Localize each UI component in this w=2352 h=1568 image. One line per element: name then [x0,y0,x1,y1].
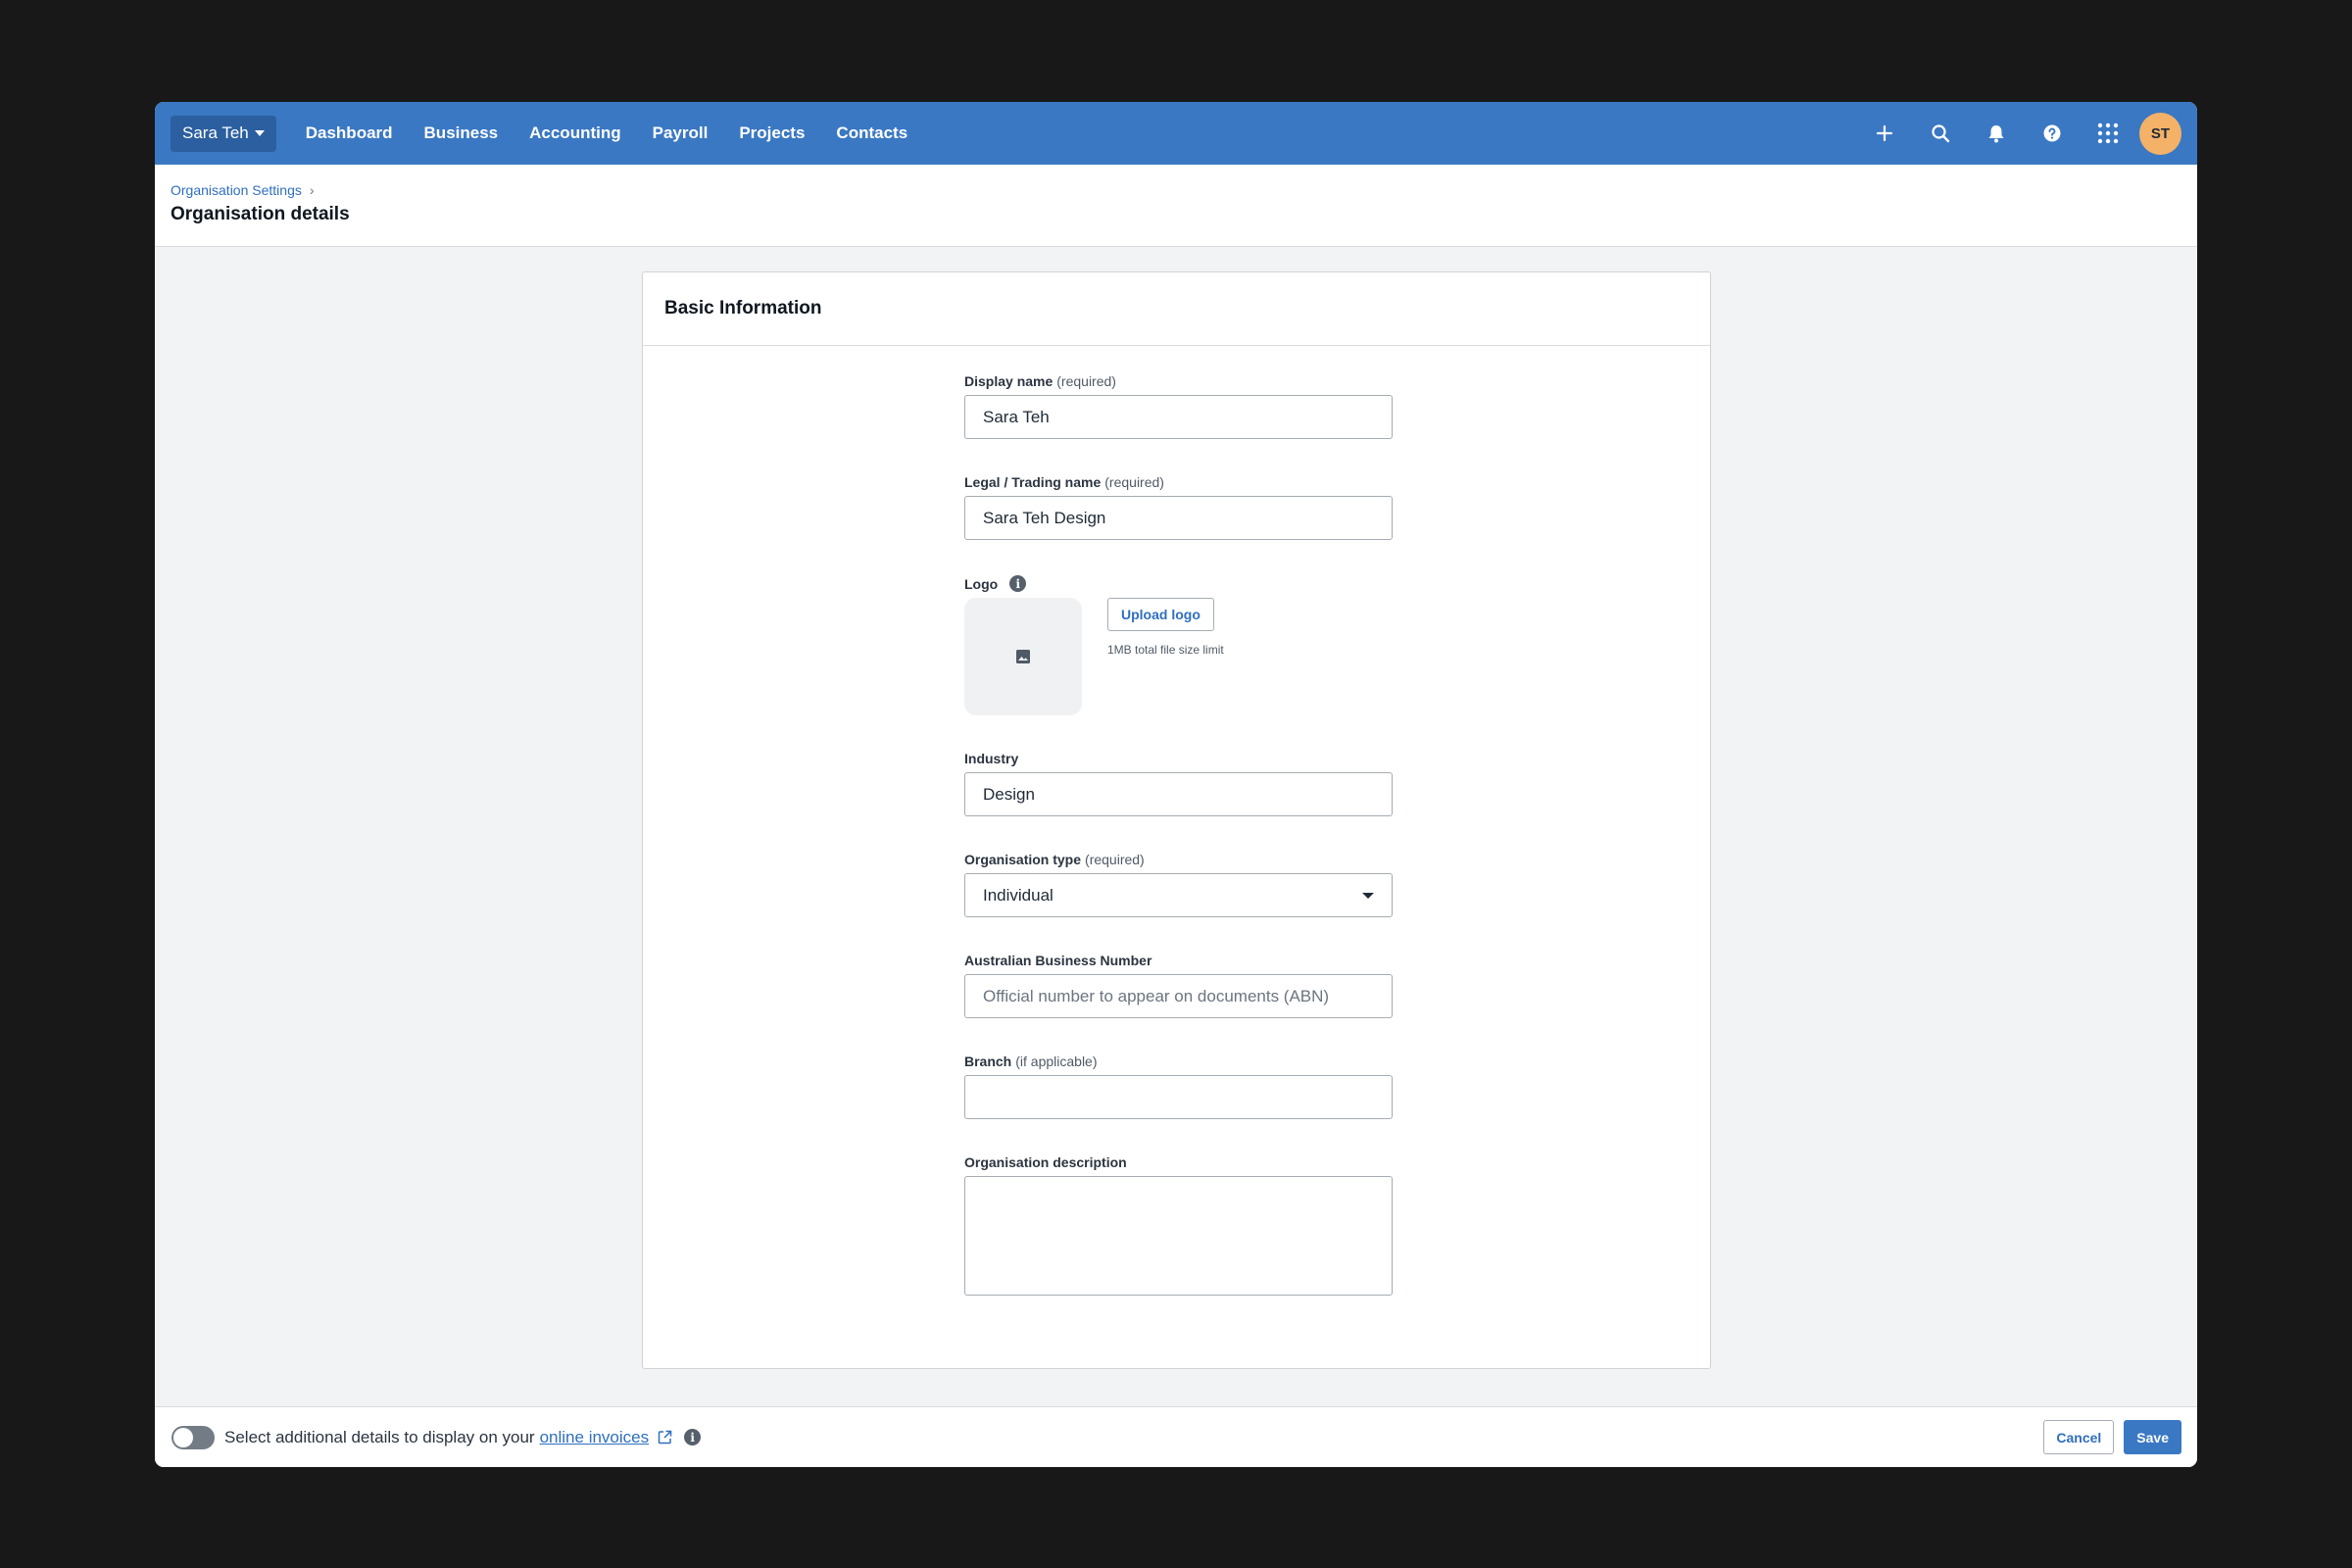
logo-field: Logo i Upload logo 1MB total file size l… [964,575,1393,715]
nav-business[interactable]: Business [409,102,514,165]
info-icon[interactable]: i [684,1429,702,1446]
breadcrumb-link-organisation-settings[interactable]: Organisation Settings [171,182,302,198]
organisation-type-field: Organisation type (required) Individual [964,852,1393,917]
required-note: (required) [1104,474,1164,490]
info-icon[interactable]: i [1009,575,1027,592]
page-title: Organisation details [171,204,350,224]
display-name-label-text: Display name [964,373,1054,389]
branch-label-text: Branch [964,1054,1012,1069]
top-navigation: Sara Teh Dashboard Business Accounting P… [155,102,2197,165]
org-switcher-button[interactable]: Sara Teh [171,115,276,152]
image-icon [1016,650,1030,663]
abn-field: Australian Business Number Official numb… [964,953,1393,1018]
apps-grid-icon[interactable] [2080,102,2135,165]
nav-dashboard[interactable]: Dashboard [290,102,409,165]
main-nav: Dashboard Business Accounting Payroll Pr… [290,102,923,165]
footer-actions: Cancel Save [2043,1420,2181,1454]
organisation-type-label: Organisation type (required) [964,852,1393,867]
logo-row: Upload logo 1MB total file size limit [964,598,1393,715]
toggle-description-text: Select additional details to display on … [224,1427,535,1446]
cancel-button[interactable]: Cancel [2043,1420,2115,1454]
nav-accounting[interactable]: Accounting [514,102,637,165]
nav-contacts[interactable]: Contacts [820,102,923,165]
online-invoices-link[interactable]: online invoices [540,1428,650,1446]
nav-projects[interactable]: Projects [723,102,820,165]
legal-name-field: Legal / Trading name (required) Sara Teh… [964,474,1393,540]
invoice-details-toggle[interactable] [172,1425,215,1449]
description-field: Organisation description [964,1154,1393,1296]
abn-input[interactable]: Official number to appear on documents (… [964,974,1393,1018]
footer-bar: Select additional details to display on … [155,1406,2197,1467]
organisation-type-value: Individual [983,885,1054,905]
org-switcher-label: Sara Teh [182,123,249,142]
save-button[interactable]: Save [2124,1420,2181,1454]
logo-label: Logo i [964,575,1393,592]
organisation-type-label-text: Organisation type [964,852,1082,867]
nav-actions: ST [1856,102,2181,165]
industry-label: Industry [964,751,1393,766]
required-note: (required) [1056,373,1116,389]
upload-logo-button[interactable]: Upload logo [1107,598,1214,631]
logo-placeholder[interactable] [964,598,1082,715]
industry-field: Industry Design [964,751,1393,816]
display-name-label: Display name (required) [964,373,1393,389]
logo-upload-area: Upload logo 1MB total file size limit [1107,598,1224,715]
branch-field: Branch (if applicable) [964,1054,1393,1119]
abn-label-text: Australian Business Number [964,953,1152,968]
app-window: Sara Teh Dashboard Business Accounting P… [155,102,2197,1467]
help-icon[interactable] [2024,102,2080,165]
user-avatar[interactable]: ST [2139,112,2181,155]
page-header: Organisation Settings › Organisation det… [155,165,2197,247]
chevron-right-icon: › [309,182,315,198]
description-label: Organisation description [964,1154,1393,1170]
organisation-form: Display name (required) Sara Teh Legal /… [964,373,1393,1331]
branch-label: Branch (if applicable) [964,1054,1393,1069]
description-textarea[interactable] [964,1176,1393,1296]
branch-input[interactable] [964,1075,1393,1119]
bell-icon[interactable] [1968,102,2024,165]
logo-label-text: Logo [964,575,999,592]
basic-information-card: Basic Information Display name (required… [642,271,1711,1369]
toggle-description: Select additional details to display on … [224,1428,649,1447]
industry-input[interactable]: Design [964,772,1393,816]
plus-icon[interactable] [1856,102,1912,165]
legal-name-input[interactable]: Sara Teh Design [964,496,1393,540]
required-note: (required) [1085,852,1145,867]
chevron-down-icon [254,130,265,136]
nav-payroll[interactable]: Payroll [637,102,724,165]
display-name-input[interactable]: Sara Teh [964,395,1393,439]
chevron-down-icon [1362,892,1374,899]
abn-label: Australian Business Number [964,953,1393,968]
industry-label-text: Industry [964,751,1019,766]
display-name-field: Display name (required) Sara Teh [964,373,1393,439]
description-label-text: Organisation description [964,1154,1127,1170]
legal-name-label-text: Legal / Trading name [964,474,1102,490]
main-content: Basic Information Display name (required… [155,247,2197,1406]
file-size-hint: 1MB total file size limit [1107,643,1224,657]
legal-name-label: Legal / Trading name (required) [964,474,1393,490]
organisation-type-select[interactable]: Individual [964,873,1393,917]
search-icon[interactable] [1912,102,1968,165]
optional-note: (if applicable) [1015,1054,1098,1069]
breadcrumb: Organisation Settings › [171,182,2181,198]
external-link-icon [658,1430,672,1445]
card-title: Basic Information [643,272,1710,346]
